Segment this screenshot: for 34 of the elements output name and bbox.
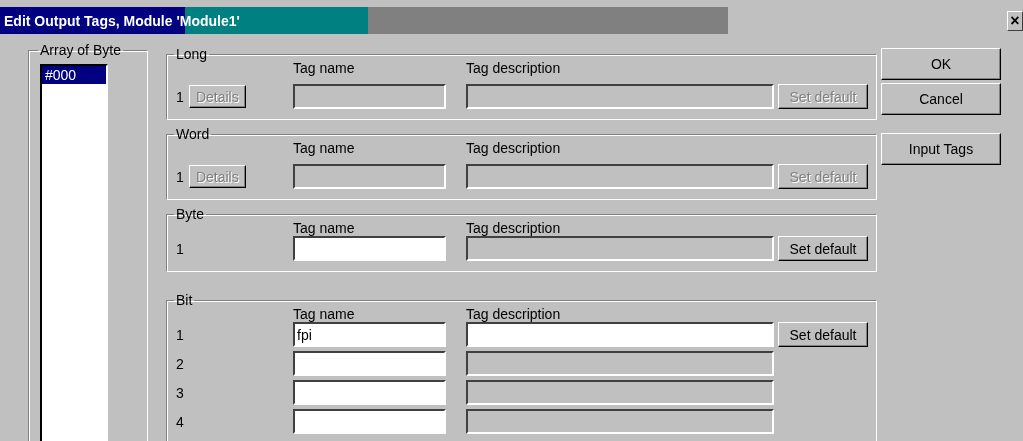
row-number: 4 [176, 413, 184, 430]
group-title: Long [175, 46, 209, 62]
dialog-button[interactable]: Cancel [881, 83, 1001, 115]
row-number: 2 [176, 355, 184, 372]
tag-name-field[interactable] [293, 380, 446, 405]
group-title: Bit [175, 292, 194, 308]
column-header: Tag description [466, 306, 562, 322]
column-header: Tag description [466, 140, 562, 156]
window-title: Edit Output Tags, Module 'Module1' [3, 12, 240, 29]
list-item[interactable]: #000 [42, 66, 106, 84]
group-title: Byte [175, 206, 205, 222]
tag-name-field[interactable] [293, 409, 446, 434]
row-number: 1 [176, 88, 184, 105]
column-header: Tag name [293, 306, 356, 322]
close-button[interactable]: × [1007, 10, 1023, 31]
group-title: Word [175, 126, 211, 142]
tag-description-field[interactable] [466, 322, 774, 347]
column-header: Tag name [293, 220, 356, 236]
row-number: 1 [176, 168, 184, 185]
dialog-button[interactable]: Input Tags [881, 133, 1001, 165]
column-header: Tag description [466, 220, 562, 236]
column-header: Tag name [293, 60, 356, 76]
dialog-button[interactable]: OK [881, 48, 1001, 80]
tag-name-field[interactable] [293, 351, 446, 376]
tag-name-field[interactable] [293, 236, 446, 261]
row-number: 3 [176, 384, 184, 401]
set-default-button[interactable]: Set default [778, 322, 868, 347]
group-title: Array of Byte [39, 42, 122, 58]
set-default-button[interactable]: Set default [778, 236, 868, 261]
column-header: Tag description [466, 60, 562, 76]
column-header: Tag name [293, 140, 356, 156]
tag-name-field[interactable]: fpi [293, 322, 446, 347]
row-number: 1 [176, 326, 184, 343]
row-number: 1 [176, 240, 184, 257]
